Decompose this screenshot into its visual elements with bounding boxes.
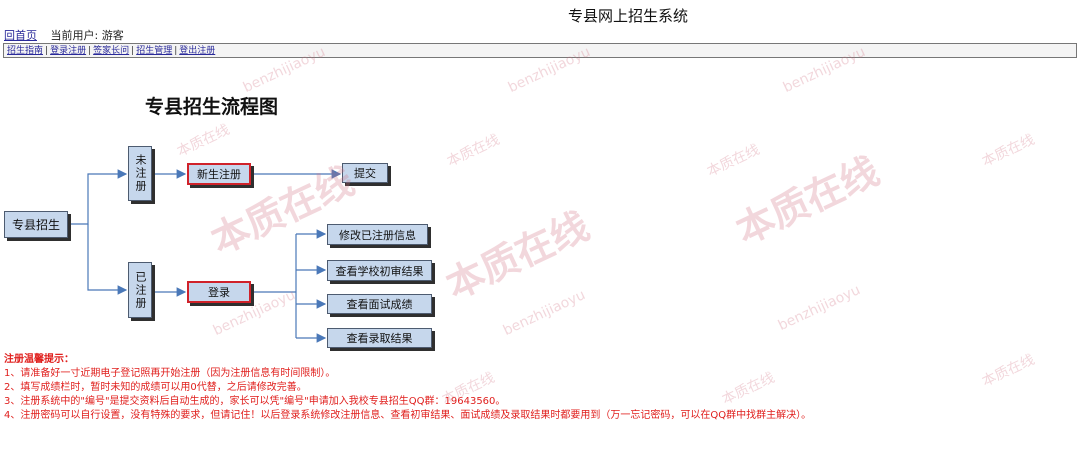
notice-line: 3、注册系统中的"编号"是提交资料后自动生成的，家长可以凭"编号"申请加入我校专… <box>4 396 506 407</box>
new-register-button[interactable]: 新生注册 <box>187 163 251 185</box>
notice-heading: 注册温馨提示： <box>4 354 74 365</box>
action-edit-info: 修改已注册信息 <box>327 224 428 245</box>
action-interview-score: 查看面试成绩 <box>327 294 432 314</box>
registration-notice: 注册温馨提示： 1、请准备好一寸近期电子登记照再开始注册（因为注册信息有时间限制… <box>4 353 811 423</box>
unregistered-box: 未注册 <box>128 146 152 201</box>
root-box: 专县招生 <box>4 211 68 238</box>
notice-line: 2、填写成绩栏时，暂时未知的成绩可以用0代替，之后请修改完善。 <box>4 382 307 393</box>
notice-line: 1、请准备好一寸近期电子登记照再开始注册（因为注册信息有时间限制）。 <box>4 368 336 379</box>
action-admission-result: 查看录取结果 <box>327 328 432 348</box>
action-initial-review: 查看学校初审结果 <box>327 260 432 281</box>
notice-line: 4、注册密码可以自行设置，没有特殊的要求，但请记住！以后登录系统修改注册信息、查… <box>4 410 812 421</box>
login-button[interactable]: 登录 <box>187 281 251 303</box>
submit-box: 提交 <box>342 163 388 183</box>
registered-box: 已注册 <box>128 262 152 318</box>
